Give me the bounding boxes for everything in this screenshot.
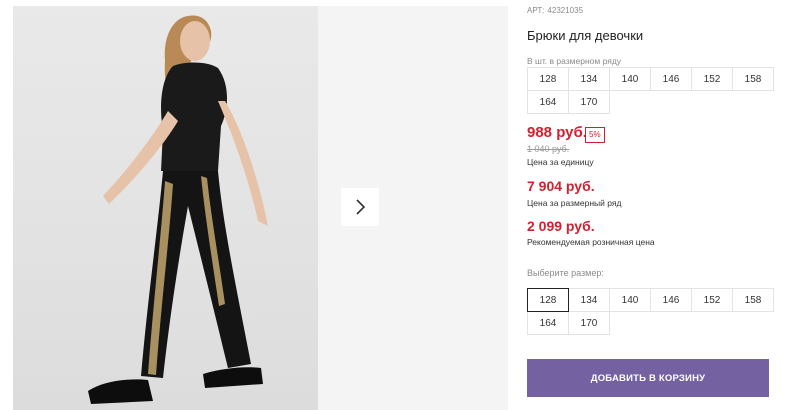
rrp-note: Рекомендуемая розничная цена — [527, 237, 655, 247]
old-price: 1 040 руб. — [527, 144, 570, 154]
size-set-cell: 164 — [527, 90, 569, 114]
size-option-134[interactable]: 134 — [568, 288, 610, 312]
size-set-grid: 128 134 140 146 152 158 164 170 — [527, 67, 774, 114]
chevron-right-icon — [356, 199, 366, 215]
unit-price-note: Цена за единицу — [527, 157, 594, 167]
size-option-128[interactable]: 128 — [527, 288, 569, 312]
size-option-152[interactable]: 152 — [691, 288, 733, 312]
size-option-146[interactable]: 146 — [650, 288, 692, 312]
set-price: 7 904 руб. — [527, 178, 595, 194]
size-set-cell: 158 — [732, 67, 774, 91]
set-price-note: Цена за размерный ряд — [527, 198, 622, 208]
size-set-cell: 170 — [568, 90, 610, 114]
size-set-cell: 146 — [650, 67, 692, 91]
size-set-cell: 128 — [527, 67, 569, 91]
product-sku: АРТ: 42321035 — [527, 6, 586, 15]
size-set-hint: В шт. в размерном ряду — [527, 56, 622, 66]
product-title: Брюки для девочки — [527, 28, 644, 43]
discount-badge: 5% — [585, 127, 605, 143]
girl-in-black-pants-image — [88, 15, 268, 404]
product-photo — [13, 6, 318, 410]
size-set-cell: 140 — [609, 67, 651, 91]
product-gallery — [0, 0, 508, 410]
size-selector: 128 134 140 146 152 158 164 170 — [527, 288, 774, 335]
size-set-cell: 152 — [691, 67, 733, 91]
size-set-cell: 134 — [568, 67, 610, 91]
choose-size-label: Выберите размер: — [527, 268, 604, 278]
size-option-170[interactable]: 170 — [568, 311, 610, 335]
sku-label: АРТ: — [527, 6, 545, 15]
sku-value: 42321035 — [547, 6, 584, 15]
size-option-140[interactable]: 140 — [609, 288, 651, 312]
product-info-panel: АРТ: 42321035 Брюки для девочки В шт. в р… — [527, 0, 774, 410]
next-image-button[interactable] — [341, 188, 379, 226]
size-option-164[interactable]: 164 — [527, 311, 569, 335]
add-to-cart-button[interactable]: ДОБАВИТЬ В КОРЗИНУ — [527, 359, 769, 397]
unit-price: 988 руб. — [527, 124, 587, 141]
size-option-158[interactable]: 158 — [732, 288, 774, 312]
rrp-price: 2 099 руб. — [527, 218, 595, 234]
